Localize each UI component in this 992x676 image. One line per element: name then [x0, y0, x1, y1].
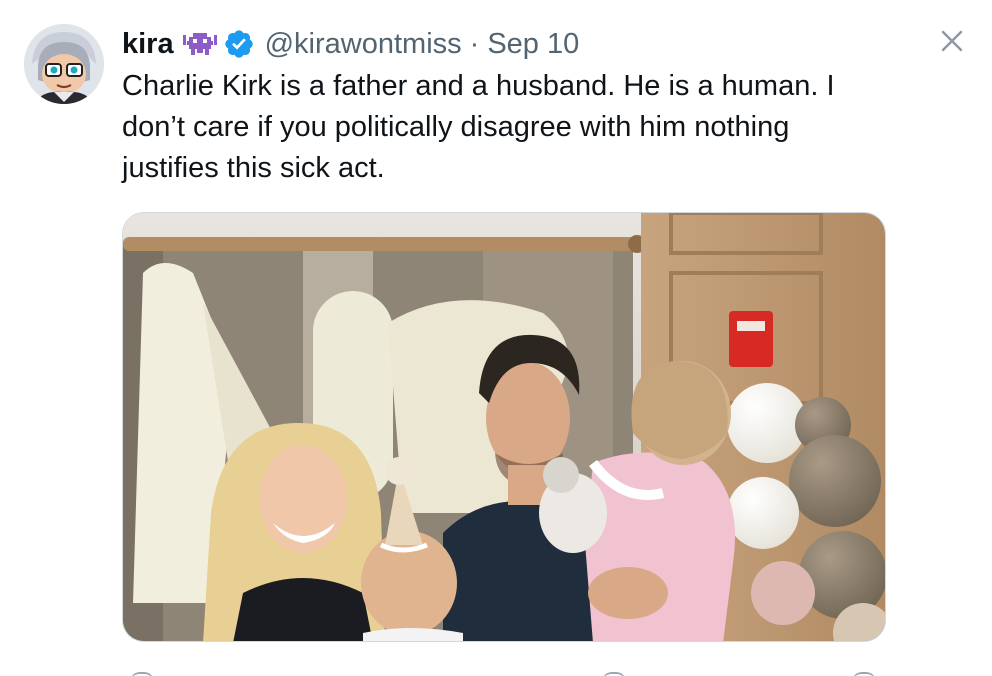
separator-dot: · [469, 27, 480, 60]
family-photo-image [123, 213, 885, 641]
avatar-cartoon-icon [24, 24, 104, 104]
tweet-photo[interactable] [122, 212, 886, 642]
reply-icon[interactable] [130, 672, 154, 676]
action-bar [122, 666, 886, 676]
close-icon[interactable] [937, 26, 967, 56]
tweet-header: kira @kirawontmiss · Sep 10 [122, 26, 579, 62]
tweet-text: Charlie Kirk is a father and a husband. … [122, 70, 835, 184]
avatar[interactable] [24, 24, 104, 104]
alien-monster-icon [182, 29, 217, 59]
share-icon[interactable] [852, 672, 876, 676]
timestamp-link[interactable]: Sep 10 [487, 28, 579, 61]
like-icon[interactable] [602, 672, 626, 676]
verified-badge-icon[interactable] [223, 28, 255, 60]
tweet-card: kira @kirawontmiss · Sep 10 Charlie Kirk… [0, 0, 992, 676]
display-name[interactable]: kira [122, 28, 174, 61]
handle-link[interactable]: @kirawontmiss [265, 28, 462, 61]
